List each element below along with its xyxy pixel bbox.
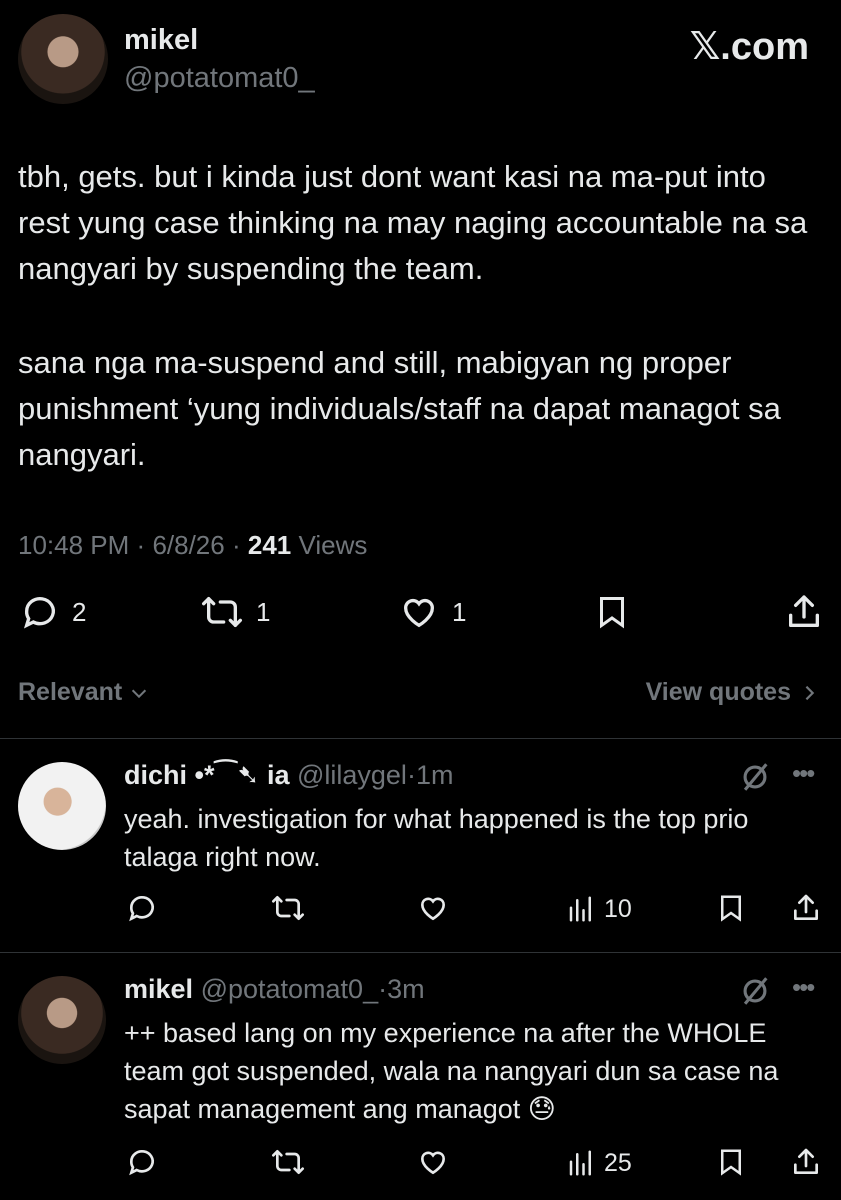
- avatar[interactable]: [18, 14, 108, 104]
- share-icon[interactable]: [790, 1146, 822, 1178]
- divider: [0, 952, 841, 953]
- tweet-text-paragraph-2: sana nga ma-suspend and still, mabigyan …: [18, 345, 790, 472]
- reply-author-name[interactable]: mikel: [124, 974, 193, 1004]
- chevron-right-icon: [801, 682, 819, 704]
- meta-separator: ·: [136, 530, 146, 560]
- grok-icon[interactable]: [738, 974, 772, 1008]
- views-count: 241: [247, 530, 292, 560]
- repost-icon: [200, 592, 244, 632]
- reply-header: dichi •*⁀➷ ia @lilaygel·1m: [124, 760, 453, 791]
- chevron-down-icon: [128, 682, 150, 704]
- reply-text: yeah. investigation for what happened is…: [124, 804, 749, 872]
- repost-icon[interactable]: [270, 1146, 306, 1178]
- bookmark-icon[interactable]: [716, 892, 746, 924]
- reply-author-handle[interactable]: @lilaygel: [297, 760, 407, 790]
- views-count: 25: [604, 1148, 632, 1177]
- views-icon: [566, 894, 596, 924]
- x-com-watermark: 𝕏.com: [689, 26, 809, 68]
- sort-label: Relevant: [18, 678, 123, 706]
- share-icon[interactable]: [790, 892, 822, 924]
- reply-author-name[interactable]: dichi •*⁀➷ ia: [124, 760, 289, 790]
- reply-time[interactable]: 1m: [416, 760, 454, 790]
- tweet-text: tbh, gets. but i kinda just dont want ka…: [18, 159, 816, 286]
- repost-button[interactable]: 1: [200, 592, 270, 632]
- bookmark-icon[interactable]: [716, 1146, 746, 1178]
- reply-text: ++ based lang on my experience na after …: [124, 1018, 779, 1124]
- more-options-icon[interactable]: •••: [792, 758, 815, 789]
- reply-avatar[interactable]: [18, 976, 106, 1064]
- views-label: Views: [298, 530, 368, 560]
- views-icon: [566, 1148, 596, 1178]
- like-button[interactable]: 1: [398, 592, 466, 632]
- repost-count: 1: [256, 596, 271, 627]
- reply-icon: [20, 592, 60, 632]
- views-stat[interactable]: 10: [566, 894, 632, 924]
- view-quotes-link[interactable]: View quotes: [646, 678, 819, 707]
- reply-author-handle[interactable]: @potatomat0_: [201, 974, 379, 1004]
- like-icon[interactable]: [416, 892, 450, 924]
- meta-separator: ·: [406, 760, 416, 790]
- reply-header: mikel @potatomat0_·3m: [124, 974, 425, 1005]
- author-handle[interactable]: @potatomat0_: [124, 62, 315, 95]
- grok-icon[interactable]: [738, 760, 772, 794]
- bookmark-icon[interactable]: [594, 592, 630, 632]
- like-icon: [398, 592, 440, 632]
- meta-separator: ·: [378, 974, 388, 1004]
- meta-separator: ·: [231, 530, 241, 560]
- divider: [0, 738, 841, 739]
- reply-time[interactable]: 3m: [387, 974, 425, 1004]
- like-count: 1: [452, 596, 467, 627]
- view-quotes-label: View quotes: [645, 678, 791, 706]
- share-icon[interactable]: [784, 592, 824, 632]
- tweet-time[interactable]: 10:48 PM: [18, 530, 129, 560]
- repost-icon[interactable]: [270, 892, 306, 924]
- reply-button[interactable]: 2: [20, 592, 86, 632]
- reply-count: 2: [72, 596, 87, 627]
- reply-icon[interactable]: [126, 1146, 158, 1178]
- tweet-meta: 10:48 PM · 6/8/26 · 241 Views: [18, 530, 367, 561]
- reply-icon[interactable]: [126, 892, 158, 924]
- views-count: 10: [604, 894, 632, 923]
- more-options-icon[interactable]: •••: [792, 972, 815, 1003]
- sort-dropdown[interactable]: Relevant: [18, 678, 150, 707]
- views-stat[interactable]: 25: [566, 1148, 632, 1178]
- author-name[interactable]: mikel: [124, 24, 198, 57]
- like-icon[interactable]: [416, 1146, 450, 1178]
- reply-avatar[interactable]: [18, 762, 106, 850]
- tweet-date[interactable]: 6/8/26: [152, 530, 224, 560]
